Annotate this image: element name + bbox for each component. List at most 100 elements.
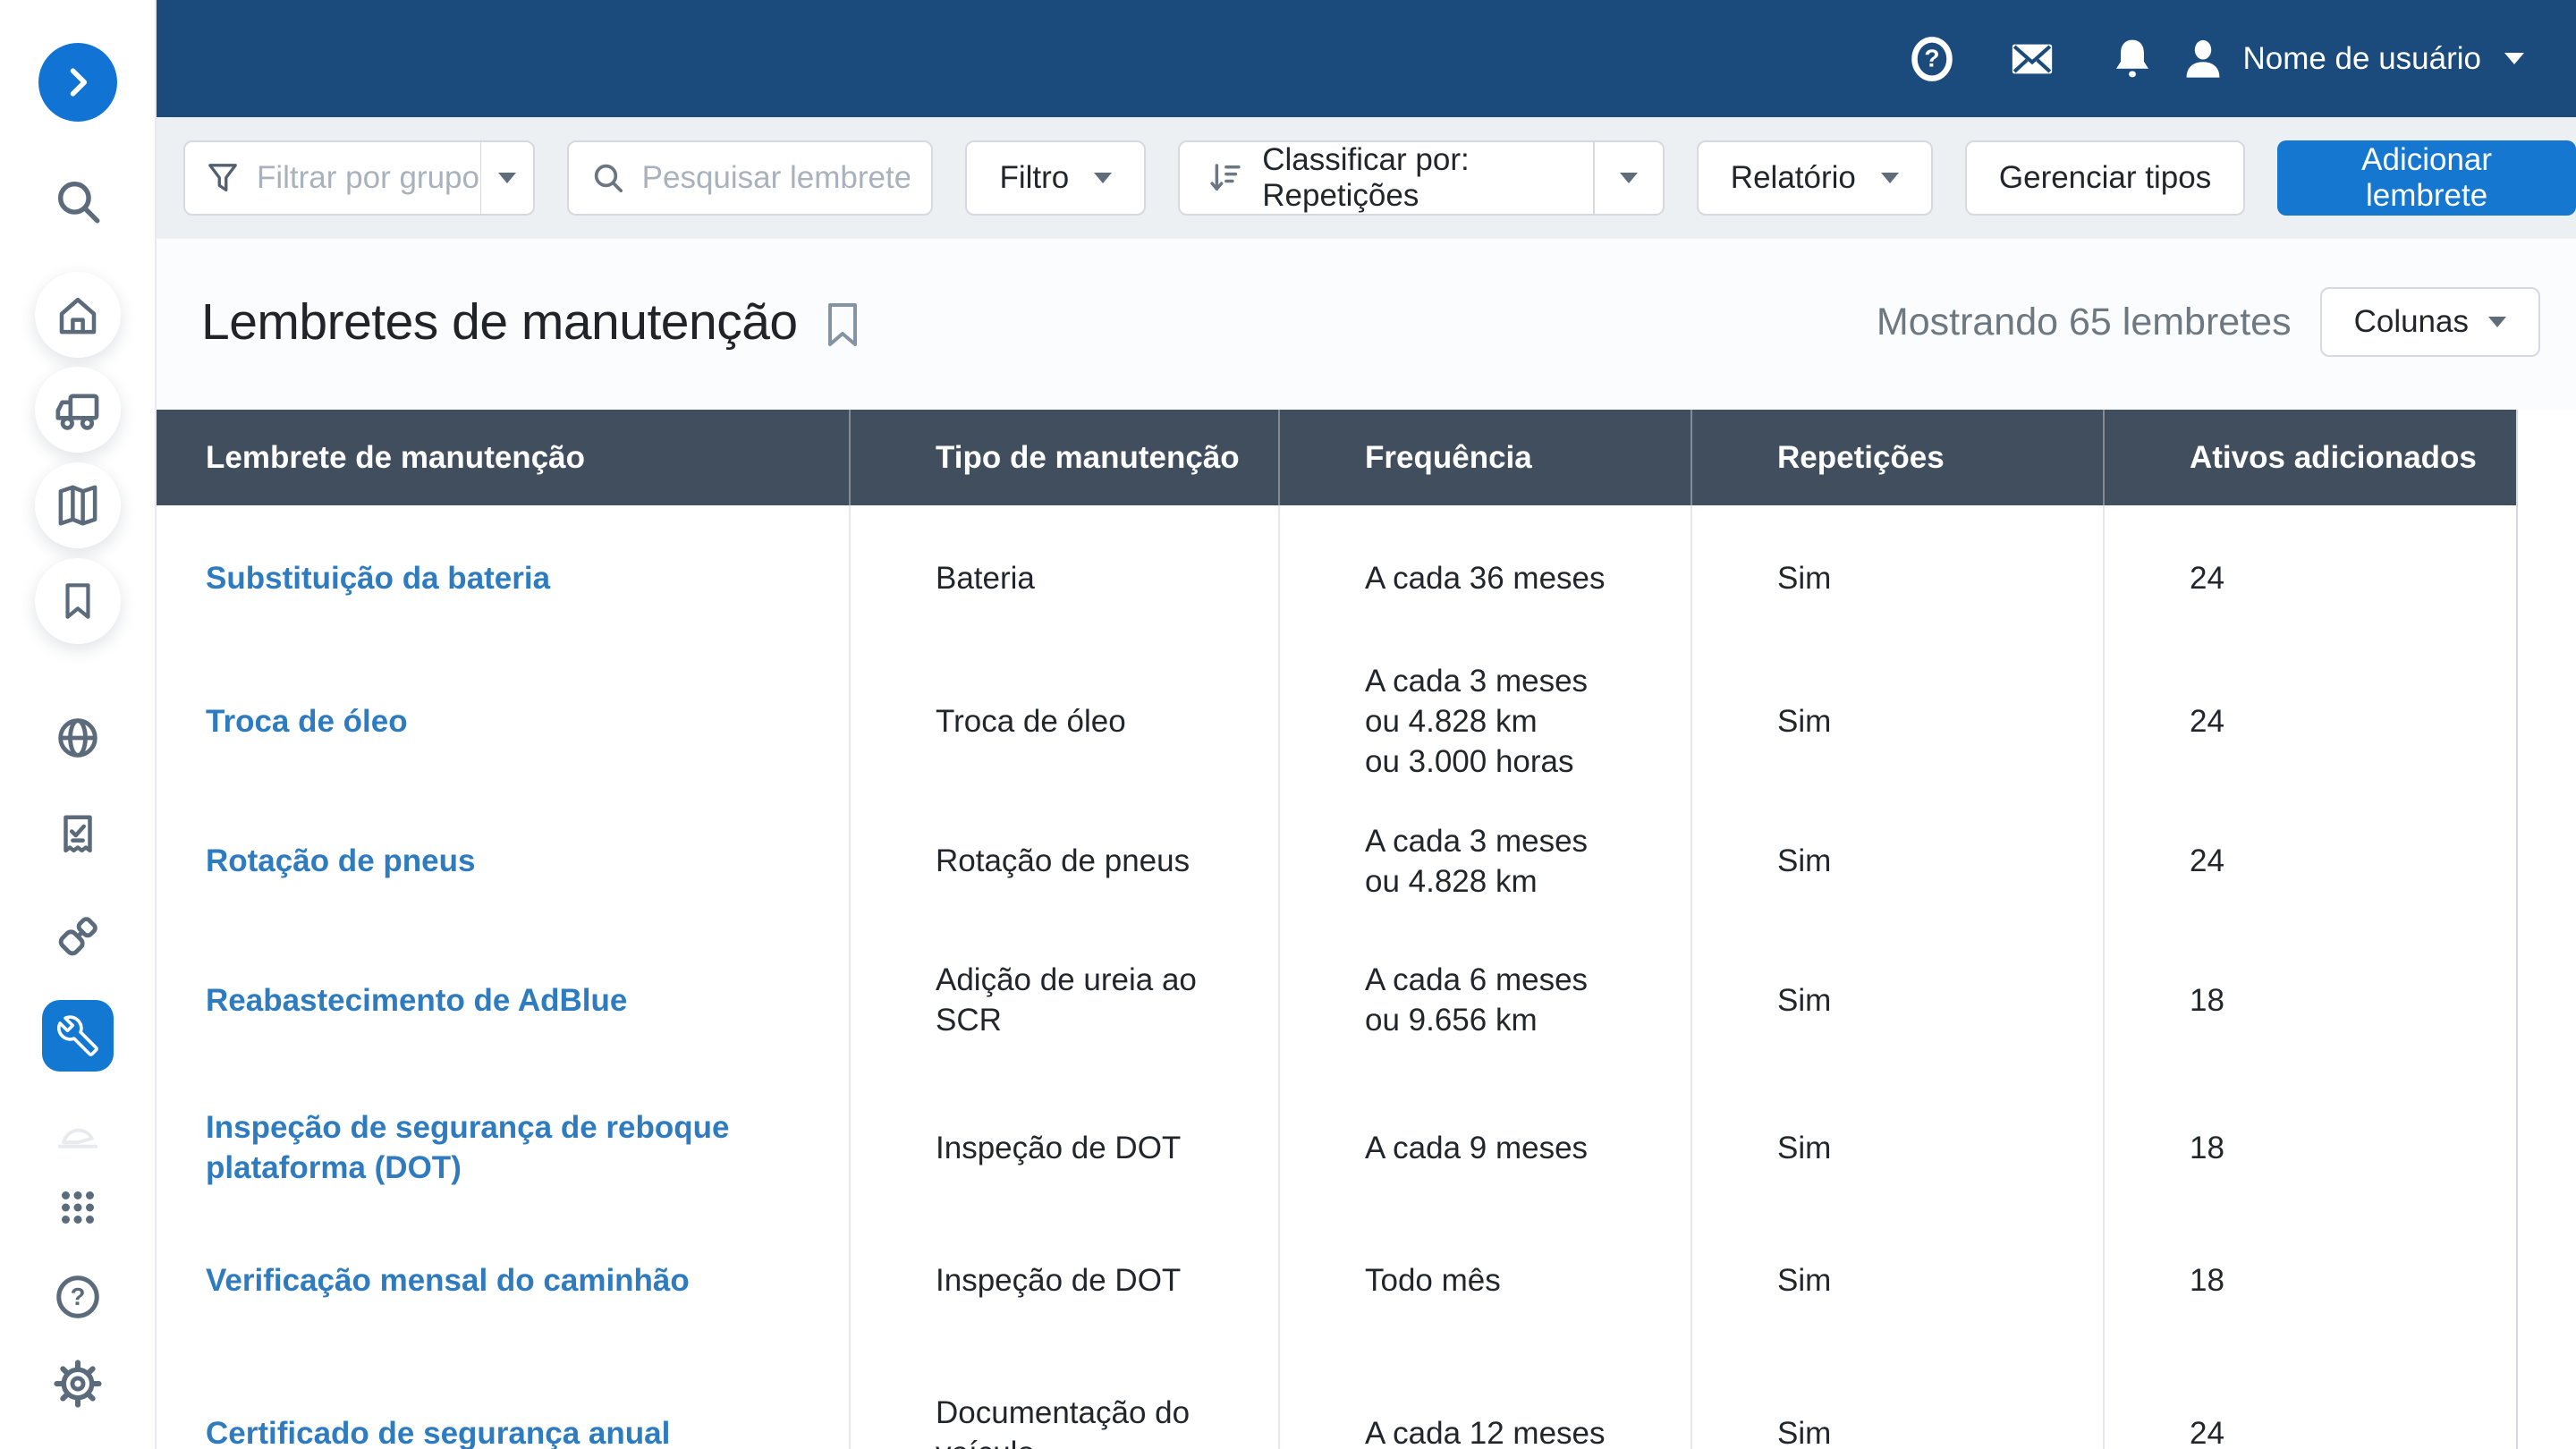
page-title: Lembretes de manutenção xyxy=(201,292,798,352)
cell-type: Bateria xyxy=(851,505,1280,650)
cell-frequency: Todo mês xyxy=(1280,1225,1692,1335)
fuel-nozzle-icon xyxy=(52,911,104,962)
inspection-receipt-icon xyxy=(54,811,102,860)
bookmark-icon xyxy=(55,579,100,623)
reminder-link[interactable]: Troca de óleo xyxy=(206,701,813,741)
chevron-down-icon xyxy=(1094,173,1112,183)
chevron-right-icon xyxy=(58,63,97,102)
search-reminders-input[interactable] xyxy=(642,160,911,196)
help-circle-icon: ? xyxy=(51,1270,105,1324)
funnel-icon xyxy=(185,160,257,196)
home-icon xyxy=(54,291,102,339)
sidebar-item-map[interactable] xyxy=(35,462,121,548)
gauge-ghost-icon xyxy=(54,1108,102,1157)
truck-icon xyxy=(53,385,103,435)
reminder-link[interactable]: Inspeção de segurança de reboque platafo… xyxy=(206,1107,813,1188)
cell-type: Adição de ureia ao SCR xyxy=(851,930,1280,1070)
column-header-repeats[interactable]: Repetições xyxy=(1692,410,2105,505)
sidebar-item-search[interactable] xyxy=(51,174,105,228)
mail-icon xyxy=(2007,34,2057,84)
cell-assets: 24 xyxy=(2105,792,2516,930)
columns-button-label: Colunas xyxy=(2354,304,2469,340)
svg-text:?: ? xyxy=(1925,44,1940,72)
column-header-reminder[interactable]: Lembrete de manutenção xyxy=(157,410,851,505)
chevron-down-icon xyxy=(1881,173,1899,183)
wrench-icon xyxy=(57,1015,98,1056)
table-row: Troca de óleo Troca de óleo A cada 3 mes… xyxy=(157,650,2516,792)
chevron-down-icon xyxy=(2504,53,2524,64)
table-row: Substituição da bateria Bateria A cada 3… xyxy=(157,505,2516,650)
table-body: Substituição da bateria Bateria A cada 3… xyxy=(157,505,2516,1449)
reminder-link[interactable]: Rotação de pneus xyxy=(206,841,813,881)
group-filter-control xyxy=(183,140,535,216)
sidebar-item-home[interactable] xyxy=(35,272,121,358)
group-filter-input[interactable] xyxy=(257,160,480,196)
cell-repeats: Sim xyxy=(1692,1070,2105,1225)
help-button[interactable]: ? xyxy=(1897,24,1967,94)
messages-button[interactable] xyxy=(1997,24,2067,94)
sidebar-item-help[interactable]: ? xyxy=(51,1270,105,1324)
cell-type: Inspeção de DOT xyxy=(851,1070,1280,1225)
user-menu[interactable]: Nome de usuário xyxy=(2180,36,2524,82)
sidebar-item-fuel[interactable] xyxy=(51,910,105,963)
sidebar-item-globe[interactable] xyxy=(51,711,105,765)
cell-repeats: Sim xyxy=(1692,650,2105,792)
cell-type: Inspeção de DOT xyxy=(851,1225,1280,1335)
username-label: Nome de usuário xyxy=(2242,41,2481,77)
search-control xyxy=(567,140,934,216)
cell-repeats: Sim xyxy=(1692,1335,2105,1449)
column-header-assets[interactable]: Ativos adicionados xyxy=(2105,410,2516,505)
cell-type: Troca de óleo xyxy=(851,650,1280,792)
sidebar-item-vehicles[interactable] xyxy=(35,367,121,453)
sidebar-item-maintenance-active[interactable] xyxy=(42,1000,114,1072)
sidebar-item-apps[interactable] xyxy=(51,1181,105,1234)
add-reminder-button[interactable]: Adicionar lembrete xyxy=(2277,140,2576,216)
svg-text:?: ? xyxy=(71,1283,86,1310)
reminder-link[interactable]: Substituição da bateria xyxy=(206,558,813,598)
cell-assets: 18 xyxy=(2105,930,2516,1070)
chevron-down-icon xyxy=(498,173,516,183)
reminder-link[interactable]: Verificação mensal do caminhão xyxy=(206,1260,813,1301)
reminders-table: Lembrete de manutenção Tipo de manutençã… xyxy=(157,410,2516,1449)
sidebar-item-settings[interactable] xyxy=(51,1357,105,1411)
map-icon xyxy=(54,481,102,530)
search-icon xyxy=(52,175,104,227)
cell-assets: 18 xyxy=(2105,1225,2516,1335)
expand-sidebar-button[interactable] xyxy=(38,43,117,122)
cell-assets: 24 xyxy=(2105,505,2516,650)
cell-frequency: A cada 3 mesesou 4.828 km xyxy=(1280,792,1692,930)
notifications-button[interactable] xyxy=(2097,24,2167,94)
table-row: Rotação de pneus Rotação de pneus A cada… xyxy=(157,792,2516,930)
cell-repeats: Sim xyxy=(1692,930,2105,1070)
user-icon xyxy=(2180,36,2226,82)
cell-assets: 24 xyxy=(2105,650,2516,792)
showing-count-label: Mostrando 65 lembretes xyxy=(1877,301,2292,344)
sort-caret-button[interactable] xyxy=(1595,173,1663,183)
column-header-type[interactable]: Tipo de manutenção xyxy=(851,410,1280,505)
table-row: Certificado de segurança anual Documenta… xyxy=(157,1335,2516,1449)
sidebar-item-bookmarks[interactable] xyxy=(35,558,121,644)
reminder-link[interactable]: Certificado de segurança anual xyxy=(206,1413,813,1449)
sidebar-item-inspections[interactable] xyxy=(51,809,105,862)
cell-frequency: A cada 3 mesesou 4.828 kmou 3.000 horas xyxy=(1280,650,1692,792)
cell-repeats: Sim xyxy=(1692,505,2105,650)
bookmark-page-button[interactable] xyxy=(825,301,860,348)
cell-frequency: A cada 6 mesesou 9.656 km xyxy=(1280,930,1692,1070)
manage-types-button[interactable]: Gerenciar tipos xyxy=(1965,140,2245,216)
chevron-down-icon xyxy=(2488,317,2506,327)
column-header-frequency[interactable]: Frequência xyxy=(1280,410,1692,505)
report-button-label: Relatório xyxy=(1731,160,1856,196)
globe-icon xyxy=(52,712,104,764)
columns-button[interactable]: Colunas xyxy=(2320,287,2540,357)
table-row: Inspeção de segurança de reboque platafo… xyxy=(157,1070,2516,1225)
page-header: Lembretes de manutenção Mostrando 65 lem… xyxy=(157,268,2576,376)
cell-assets: 18 xyxy=(2105,1070,2516,1225)
report-button[interactable]: Relatório xyxy=(1697,140,1933,216)
filter-button[interactable]: Filtro xyxy=(965,140,1146,216)
sort-button[interactable]: Classificar por: Repetições xyxy=(1180,142,1593,214)
table-scrollbar-gutter[interactable] xyxy=(2516,410,2576,1449)
group-filter-caret-button[interactable] xyxy=(481,173,533,183)
cell-frequency: A cada 36 meses xyxy=(1280,505,1692,650)
gear-icon xyxy=(52,1358,104,1410)
reminder-link[interactable]: Reabastecimento de AdBlue xyxy=(206,980,813,1021)
